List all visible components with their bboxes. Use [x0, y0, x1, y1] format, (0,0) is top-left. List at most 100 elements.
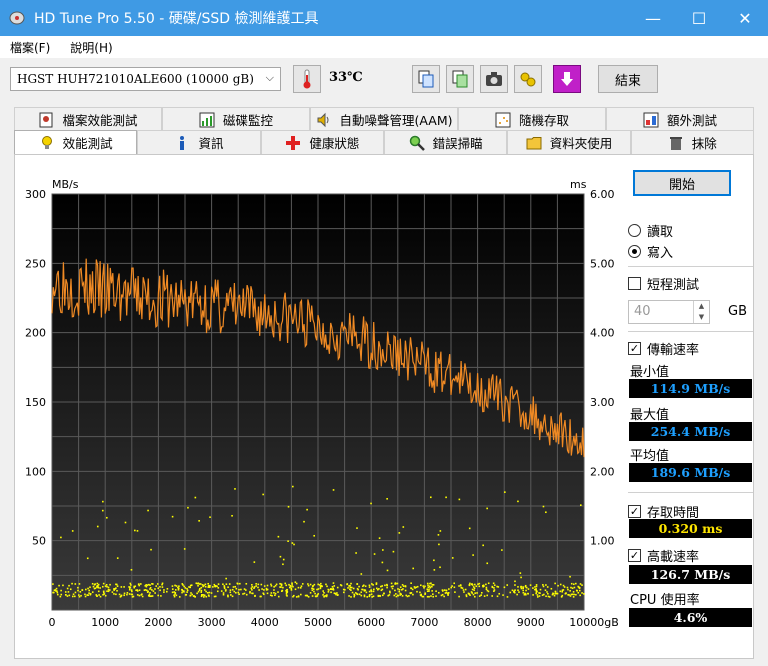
short-test-checkbox[interactable]	[628, 277, 641, 290]
maximize-button[interactable]: ☐	[676, 0, 722, 36]
access-time-point	[468, 583, 471, 586]
menu-help[interactable]: 說明(H)	[60, 39, 122, 56]
access-time-point	[368, 586, 371, 588]
tab-info[interactable]: 資訊	[137, 130, 261, 154]
access-time-point	[335, 593, 337, 596]
access-time-point	[453, 582, 456, 585]
benchmark-chart: MB/s ms 50 100 150 200 250 300 1.00 2.00 3.00 4.00 5…	[18, 172, 619, 642]
access-time-point	[161, 583, 163, 586]
disk-monitor-icon	[199, 112, 215, 127]
access-time-point	[67, 591, 70, 593]
access-time-point	[541, 594, 544, 596]
exit-button[interactable]: 結束	[598, 65, 658, 93]
access-time-point	[545, 584, 547, 586]
stepper-arrows-icon[interactable]: ▲ ▼	[693, 301, 709, 323]
access-time-point	[181, 589, 183, 591]
access-time-point	[223, 587, 226, 590]
access-time-point	[136, 590, 139, 592]
access-time-point	[317, 583, 319, 586]
min-label: 最小值	[630, 365, 670, 380]
y-left-tick-label: 150	[25, 396, 46, 409]
transfer-rate-checkbox[interactable]: ✓	[628, 342, 641, 355]
access-time-point	[269, 594, 272, 597]
tab-benchmark[interactable]: 效能測試	[14, 130, 138, 154]
access-time-point	[426, 582, 429, 585]
access-time-point	[487, 582, 490, 585]
access-time-point	[222, 593, 225, 596]
access-time-point	[234, 585, 237, 588]
access-time-point	[478, 595, 481, 597]
access-time-point	[559, 583, 562, 586]
tab-random-access[interactable]: 隨機存取	[458, 107, 606, 131]
short-test-size-stepper[interactable]: 40 ▲ ▼	[628, 300, 710, 324]
access-time-point	[282, 563, 284, 566]
burst-rate-checkbox[interactable]: ✓	[628, 549, 641, 562]
access-time-point	[199, 583, 202, 585]
temperature-button[interactable]	[293, 65, 321, 93]
tab-disk-monitor[interactable]: 磁碟監控	[162, 107, 310, 131]
access-time-point	[432, 593, 434, 595]
access-time-point	[485, 588, 488, 591]
write-option[interactable]: 寫入	[628, 242, 673, 261]
access-time-point	[569, 590, 571, 592]
tab-file-benchmark[interactable]: 檔案效能測試	[14, 107, 162, 131]
close-button[interactable]: ✕	[722, 0, 768, 36]
transfer-rate-option[interactable]: ✓ 傳輸速率	[628, 339, 699, 358]
tab-aam[interactable]: 自動噪聲管理(AAM)	[310, 107, 458, 131]
access-time-point	[431, 584, 434, 586]
access-time-point	[209, 516, 211, 518]
access-time-point	[324, 595, 326, 597]
access-time-point	[535, 588, 537, 590]
menu-file[interactable]: 檔案(F)	[0, 39, 60, 56]
access-time-point	[428, 588, 430, 591]
access-time-point	[177, 588, 180, 591]
access-time-point	[483, 595, 486, 597]
burst-rate-option[interactable]: ✓ 高載速率	[628, 546, 699, 565]
access-time-point	[280, 584, 283, 587]
access-time-point	[536, 596, 539, 598]
copy-image-button[interactable]	[446, 65, 474, 93]
tab-health[interactable]: 健康狀態	[260, 130, 384, 154]
access-time-point	[116, 589, 118, 592]
access-time-point	[156, 583, 159, 585]
access-time-point	[409, 592, 412, 595]
tab-extra-tests[interactable]: 額外測試	[606, 107, 754, 131]
access-time-point	[522, 589, 524, 592]
read-radio[interactable]	[628, 224, 641, 237]
access-time-point	[386, 586, 388, 589]
access-time-point	[200, 591, 203, 593]
settings-tools-icon	[520, 72, 536, 87]
options-button[interactable]	[514, 65, 542, 93]
access-time-point	[454, 591, 456, 593]
access-time-point	[102, 582, 105, 585]
access-time-point	[60, 593, 63, 596]
access-time-point	[410, 587, 412, 589]
access-time-point	[79, 591, 82, 593]
access-time-point	[322, 590, 324, 592]
access-time-point	[255, 583, 257, 585]
access-time-point	[504, 491, 506, 493]
copy-image-icon	[452, 70, 468, 88]
access-time-point	[126, 592, 129, 594]
read-option[interactable]: 讀取	[628, 221, 673, 240]
drive-select[interactable]: HGST HUH721010ALE600 (10000 gB) ⌵	[10, 67, 281, 91]
access-time-point	[491, 586, 494, 589]
access-time-point	[421, 595, 424, 598]
screenshot-button[interactable]	[480, 65, 508, 93]
write-radio[interactable]	[628, 245, 641, 258]
access-time-point	[128, 588, 131, 591]
access-time-point	[222, 583, 224, 586]
access-time-point	[381, 585, 384, 587]
short-test-option[interactable]: 短程測試	[628, 274, 699, 293]
access-time-point	[439, 530, 442, 532]
start-button[interactable]: 開始	[633, 170, 731, 196]
tab-erase[interactable]: 抹除	[630, 130, 754, 154]
save-download-button[interactable]	[553, 65, 581, 93]
access-time-checkbox[interactable]: ✓	[628, 505, 641, 518]
tab-error-scan[interactable]: 錯誤掃瞄	[383, 130, 508, 154]
minimize-button[interactable]: —	[630, 0, 676, 36]
access-time-point	[349, 588, 351, 591]
access-time-point	[360, 591, 363, 594]
tab-folder-usage[interactable]: 資料夾使用	[507, 130, 631, 154]
copy-text-button[interactable]	[412, 65, 440, 93]
